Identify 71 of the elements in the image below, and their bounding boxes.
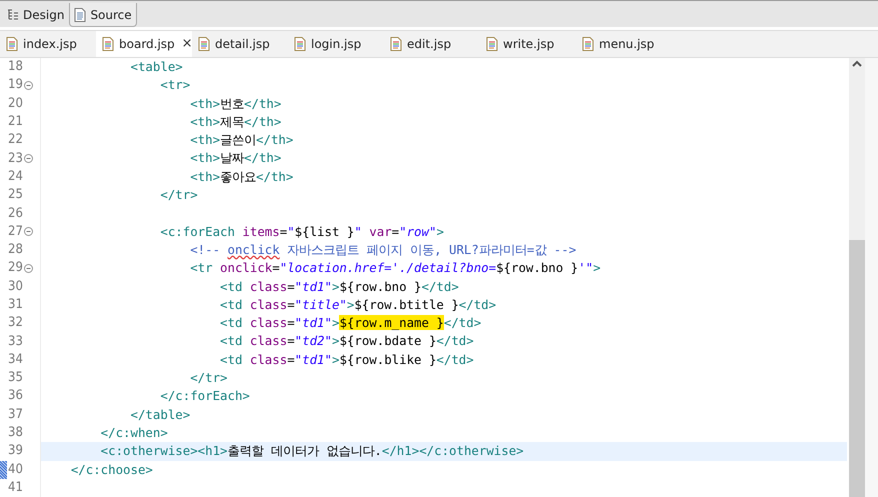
line-number: 24 xyxy=(7,168,23,186)
line-number: 29 xyxy=(7,259,23,278)
editor-mode-tab[interactable]: Design xyxy=(2,3,70,27)
line-number: 26 xyxy=(7,204,23,223)
code-line: <td class="td2">${row.bdate }</td> xyxy=(219,332,475,350)
code-line: </tr> xyxy=(189,369,228,388)
code-line: <td class="td1">${row.blike }</td> xyxy=(219,350,475,369)
line-number: 22 xyxy=(7,131,23,150)
code-line: </c:forEach> xyxy=(159,387,251,406)
code-line: </c:when> xyxy=(100,424,169,442)
code-line: <th>제목</th> xyxy=(189,112,282,131)
tree-icon xyxy=(7,9,19,21)
file-tab[interactable]: board.jsp × xyxy=(96,31,192,57)
scroll-up-icon[interactable] xyxy=(852,60,862,67)
line-number: 31 xyxy=(7,296,23,314)
collapse-icon[interactable] xyxy=(24,154,33,164)
line-number: 28 xyxy=(7,241,23,260)
file-icon xyxy=(390,37,402,51)
code-line: <c:forEach items="${list }" var="row"> xyxy=(159,222,445,241)
line-number: 37 xyxy=(7,406,23,424)
line-number: 20 xyxy=(7,94,23,113)
line-number: 41 xyxy=(7,478,23,497)
collapse-icon[interactable] xyxy=(24,227,33,236)
file-tab[interactable]: index.jsp xyxy=(0,31,96,57)
file-icon xyxy=(486,37,498,51)
scrollbar-thumb[interactable] xyxy=(849,240,865,497)
line-number: 38 xyxy=(7,424,23,442)
code-line: <th>글쓴이</th> xyxy=(189,131,294,150)
line-number: 25 xyxy=(7,186,23,204)
file-icon xyxy=(294,37,306,51)
file-icon xyxy=(582,37,594,51)
line-number: 32 xyxy=(7,314,23,332)
line-number: 21 xyxy=(7,113,23,132)
file-tab[interactable]: detail.jsp xyxy=(192,31,288,57)
line-number: 36 xyxy=(7,387,23,406)
code-line: <!-- onclick 자바스크립트 페이지 이동, URL?파라미터=값 --> xyxy=(189,240,578,259)
line-number: 18 xyxy=(7,58,23,76)
vertical-scrollbar[interactable] xyxy=(849,58,865,497)
code-line: <td class="td1">${row.bno }</td> xyxy=(219,278,460,296)
line-number: 39 xyxy=(7,442,23,460)
line-number: 27 xyxy=(7,222,23,241)
file-tab[interactable]: write.jsp xyxy=(480,31,576,57)
line-number: 23 xyxy=(7,150,23,168)
line-number: 30 xyxy=(7,278,23,296)
file-icon xyxy=(198,37,210,51)
line-number: 19 xyxy=(7,76,23,94)
file-tab[interactable]: login.jsp xyxy=(288,31,384,57)
code-line: <tr> xyxy=(159,76,192,94)
file-icon xyxy=(6,37,18,51)
file-icon xyxy=(102,37,114,51)
code-line: <th>날짜</th> xyxy=(189,149,282,168)
code-line: </tr> xyxy=(159,186,199,204)
line-number: 34 xyxy=(7,350,23,369)
code-line: <th>번호</th> xyxy=(189,94,282,113)
code-line: <td class="title">${row.btitle }</td> xyxy=(219,296,498,314)
line-number: 33 xyxy=(7,332,23,351)
code-line: </table> xyxy=(130,406,192,424)
code-line: <table> xyxy=(130,58,184,76)
code-line: <th>좋아요</th> xyxy=(189,168,294,186)
collapse-icon[interactable] xyxy=(24,80,33,90)
file-tab[interactable]: edit.jsp xyxy=(384,31,480,57)
code-line: <tr onclick="location.href='./detail?bno=${row.bno }'"> xyxy=(189,259,602,278)
line-number: 35 xyxy=(7,369,23,388)
document-icon xyxy=(74,8,86,22)
code-line: </c:choose> xyxy=(70,460,154,479)
editor-mode-tab[interactable]: Source xyxy=(69,3,137,27)
file-tab[interactable]: menu.jsp xyxy=(576,31,672,57)
code-line: <td class="td1">${row.m_name }</td> xyxy=(219,314,482,332)
line-number: 40 xyxy=(7,460,23,479)
close-tab-button[interactable]: × xyxy=(180,34,195,54)
collapse-icon[interactable] xyxy=(24,264,33,273)
